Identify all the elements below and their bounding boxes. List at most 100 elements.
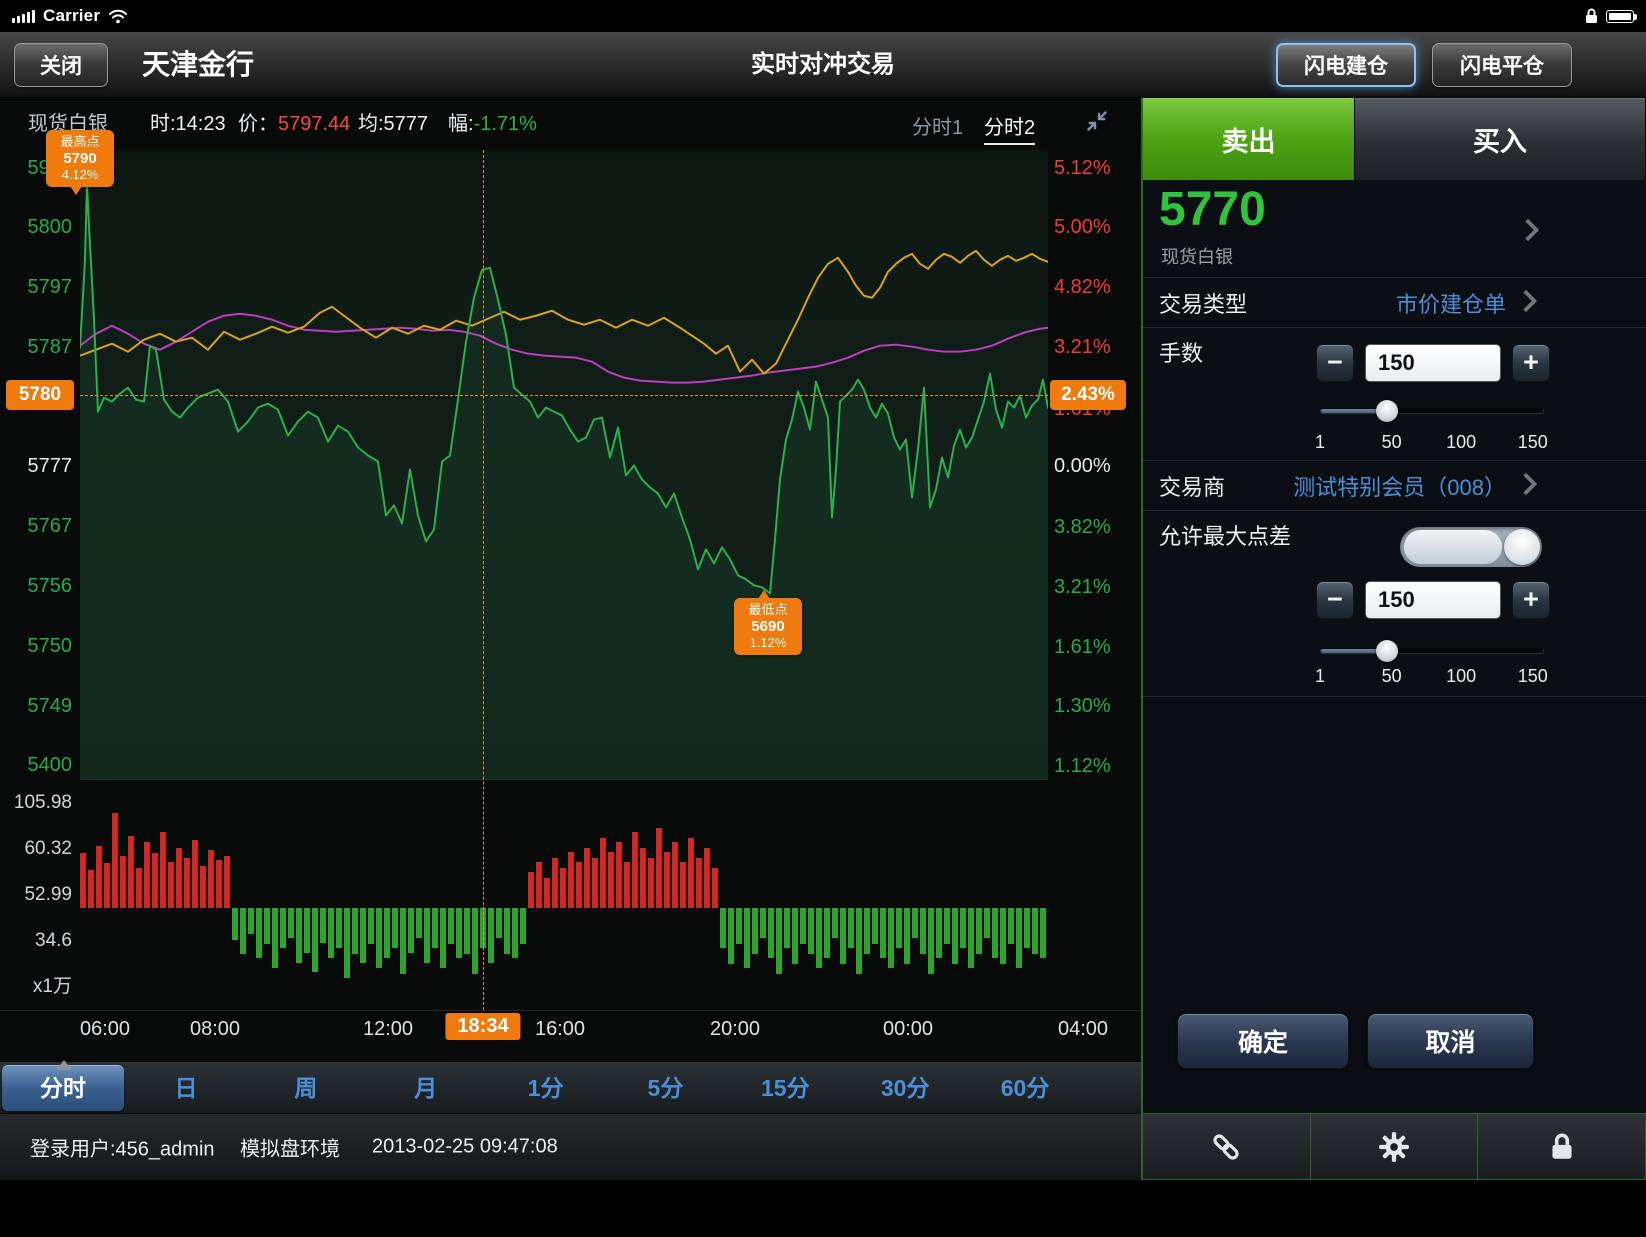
battery-icon	[1606, 10, 1634, 23]
lock-button[interactable]	[1477, 1113, 1646, 1180]
period-tab[interactable]: 1分	[486, 1062, 606, 1114]
period-tab[interactable]: 分时	[2, 1065, 124, 1111]
badge-title: 最低点	[738, 602, 798, 618]
flash-close-position-button[interactable]: 闪电平仓	[1432, 43, 1572, 87]
price-axis-label: 5749	[6, 695, 72, 717]
period-tab[interactable]: 30分	[845, 1062, 965, 1114]
change-label: 幅:	[448, 113, 474, 135]
percent-axis-label: 1.12%	[1054, 755, 1111, 777]
decrease-spread-button[interactable]	[1316, 581, 1354, 619]
slider-knob[interactable]	[1376, 400, 1398, 422]
period-tab[interactable]: 月	[366, 1062, 486, 1114]
lock-icon	[1545, 1130, 1579, 1164]
tab-sell[interactable]: 卖出	[1143, 98, 1355, 180]
decrease-lots-button[interactable]	[1316, 344, 1354, 382]
spread-slider[interactable]	[1320, 640, 1544, 662]
time-axis-label: 00:00	[883, 1018, 933, 1041]
price-axis-label: 5750	[6, 635, 72, 657]
flash-open-position-button[interactable]: 闪电建仓	[1276, 43, 1416, 87]
quote-average: 均:5777	[358, 106, 428, 142]
price-axis-label: 5756	[6, 575, 72, 597]
slider-knob[interactable]	[1376, 640, 1398, 662]
price-axis-label: 5777	[6, 455, 72, 477]
price-label: 价：	[238, 113, 278, 135]
tab-minute-chart-1[interactable]: 分时1	[912, 111, 963, 140]
lots-slider[interactable]	[1320, 400, 1544, 422]
time-axis-label: 06:00	[80, 1018, 130, 1041]
instrument-quote-row[interactable]: 5770 现货白银	[1143, 180, 1646, 278]
cancel-button[interactable]: 取消	[1367, 1013, 1534, 1069]
quote-price: 价：5797.44	[238, 106, 350, 142]
percent-axis-label: 5.00%	[1054, 216, 1111, 238]
panel-price: 5770	[1159, 182, 1266, 237]
broker-row[interactable]: 交易商 测试特别会员（008）	[1143, 461, 1646, 511]
quote-time: 时:14:23	[150, 106, 226, 142]
crosshair-time-badge: 18:34	[445, 1013, 520, 1040]
broker-value: 测试特别会员（008）	[1293, 470, 1506, 502]
period-tab[interactable]: 15分	[725, 1062, 845, 1114]
volume-axis-label: 105.98	[2, 793, 72, 813]
slider-tick-label: 150	[1518, 432, 1548, 453]
tab-minute-chart-2[interactable]: 分时2	[984, 111, 1035, 145]
tab-buy[interactable]: 买入	[1355, 98, 1646, 180]
confirm-button[interactable]: 确定	[1177, 1013, 1349, 1069]
collapse-chart-icon[interactable]	[1084, 108, 1110, 134]
settings-button[interactable]	[1310, 1113, 1479, 1180]
high-point-badge: 最高点 5790 4.12%	[46, 130, 114, 187]
period-tab[interactable]: 5分	[606, 1062, 726, 1114]
slider-tick-label: 50	[1382, 666, 1402, 687]
change-value: -1.71%	[474, 113, 537, 135]
trade-panel: 卖出 买入 5770 现货白银 交易类型 市价建仓单 手数	[1141, 98, 1646, 1113]
slider-tick-label: 150	[1518, 666, 1548, 687]
lots-input[interactable]	[1365, 344, 1501, 382]
increase-spread-button[interactable]	[1512, 581, 1550, 619]
carrier-label: Carrier	[43, 6, 100, 26]
max-spread-toggle[interactable]	[1400, 527, 1542, 567]
lots-ticks: 150100150	[1320, 432, 1544, 452]
price-axis-label: 5787	[6, 336, 72, 358]
volume-chart[interactable]	[80, 795, 1048, 1000]
lots-stepper	[1316, 344, 1550, 382]
panel-symbol: 现货白银	[1161, 243, 1233, 269]
quote-change: 幅:-1.71%	[448, 106, 537, 142]
percent-axis-label: 3.82%	[1054, 516, 1111, 538]
chevron-right-icon	[1515, 472, 1538, 495]
app-screen: Carrier 关闭 天津金行 实时对冲交易 闪电建仓 闪电平仓 现货白银	[0, 0, 1646, 1237]
max-spread-label: 允许最大点差	[1159, 525, 1291, 549]
crosshair-line	[483, 150, 484, 1010]
nav-bar: 关闭 天津金行 实时对冲交易 闪电建仓 闪电平仓	[0, 32, 1646, 98]
link-button[interactable]	[1142, 1113, 1311, 1180]
percent-axis-label: 4.82%	[1054, 276, 1111, 298]
period-tab[interactable]: 60分	[965, 1062, 1085, 1114]
footer-status-bar: 登录用户:456_admin 模拟盘环境 2013-02-25 09:47:08	[0, 1113, 1141, 1180]
environment-label: 模拟盘环境	[240, 1133, 340, 1162]
close-button[interactable]: 关闭	[14, 43, 108, 87]
volume-axis-label: x1万	[2, 977, 72, 997]
price-value: 5797.44	[278, 113, 350, 135]
increase-lots-button[interactable]	[1512, 344, 1550, 382]
chevron-right-icon	[1517, 219, 1540, 242]
time-axis-label: 20:00	[710, 1018, 760, 1041]
badge-value: 5790	[50, 150, 110, 167]
price-axis-label: 5797	[6, 276, 72, 298]
volume-axis-label: 34.6	[2, 931, 72, 951]
percent-axis-label: 0.00%	[1054, 455, 1111, 477]
spread-input[interactable]	[1365, 581, 1501, 619]
trade-type-label: 交易类型	[1159, 287, 1247, 319]
chart-region: 现货白银 时:14:23 价：5797.44 均:5777 幅:-1.71% 分…	[0, 98, 1141, 1113]
toggle-knob[interactable]	[1504, 529, 1540, 565]
slider-tick-label: 50	[1382, 432, 1402, 453]
system-buttons	[1141, 1113, 1646, 1180]
period-tab[interactable]: 日	[126, 1062, 246, 1114]
trade-type-value: 市价建仓单	[1396, 287, 1506, 319]
trade-type-row[interactable]: 交易类型 市价建仓单	[1143, 278, 1646, 328]
current-percent-tag: 2.43%	[1050, 380, 1126, 410]
spread-ticks: 150100150	[1320, 666, 1544, 686]
time-axis-label: 04:00	[1058, 1018, 1108, 1041]
period-tab[interactable]: 周	[246, 1062, 366, 1114]
price-chart[interactable]	[80, 150, 1048, 780]
badge-value: 5690	[738, 618, 798, 635]
wifi-icon	[108, 9, 128, 24]
spread-stepper	[1316, 581, 1550, 619]
cell-signal-icon	[12, 9, 35, 23]
